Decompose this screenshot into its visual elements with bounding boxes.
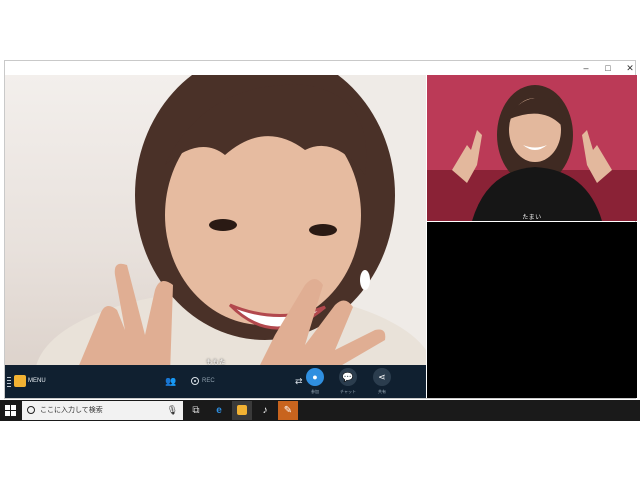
share-button-label: 共有 [378, 389, 386, 394]
main-video-feed[interactable]: ももた [5, 75, 426, 365]
record-icon[interactable] [191, 377, 199, 385]
task-view-icon[interactable]: ⧉ [186, 401, 206, 420]
video-app-icon[interactable] [232, 401, 252, 420]
side-video-caption: たまい [522, 215, 542, 221]
main-video-image [36, 75, 426, 365]
title-bar: – □ ✕ [5, 61, 635, 75]
side-video-image [427, 75, 637, 221]
side-video-feed[interactable]: たまい [427, 75, 637, 221]
windows-taskbar: ここに入力して検索 🎙 ⧉ e ♪ ✎ [0, 400, 640, 421]
participants-small-icon[interactable]: 👥 [165, 375, 176, 387]
itunes-icon[interactable]: ♪ [255, 401, 275, 420]
menu-grip-icon[interactable] [7, 377, 11, 387]
search-placeholder: ここに入力して検索 [40, 407, 103, 414]
meeting-window: – □ ✕ ももた たまい MENU 👥 REC ⇄ ● 参加 💬 チャット ⋖… [4, 60, 637, 399]
taskbar-search-box[interactable]: ここに入力して検索 🎙 [22, 401, 183, 420]
share-icon: ⋖ [378, 372, 386, 382]
microphone-icon[interactable]: 🎙 [167, 405, 178, 416]
minimize-button[interactable]: – [575, 61, 597, 75]
edge-icon[interactable]: e [209, 401, 229, 420]
menu-button[interactable]: MENU [28, 376, 46, 386]
close-button[interactable]: ✕ [619, 61, 640, 75]
share-button[interactable]: ⋖ [373, 368, 391, 386]
people-icon: ● [312, 372, 318, 382]
chat-button[interactable]: 💬 [339, 368, 357, 386]
windows-start-icon[interactable] [5, 405, 16, 416]
record-label[interactable]: REC [202, 377, 215, 385]
cortana-icon [27, 406, 35, 414]
chat-bubble-icon: 💬 [342, 372, 354, 382]
switch-camera-icon[interactable]: ⇄ [295, 375, 303, 387]
maximize-button[interactable]: □ [597, 61, 619, 75]
chat-button-label: チャット [340, 389, 356, 394]
paint-icon[interactable]: ✎ [278, 401, 298, 420]
participants-button-label: 参加 [311, 389, 319, 394]
main-video-caption: ももた [206, 360, 226, 365]
app-logo-icon[interactable] [14, 375, 26, 387]
participants-button[interactable]: ● [306, 368, 324, 386]
empty-video-slot [427, 222, 637, 398]
meeting-toolbar: MENU 👥 REC ⇄ ● 参加 💬 チャット ⋖ 共有 [5, 365, 426, 398]
